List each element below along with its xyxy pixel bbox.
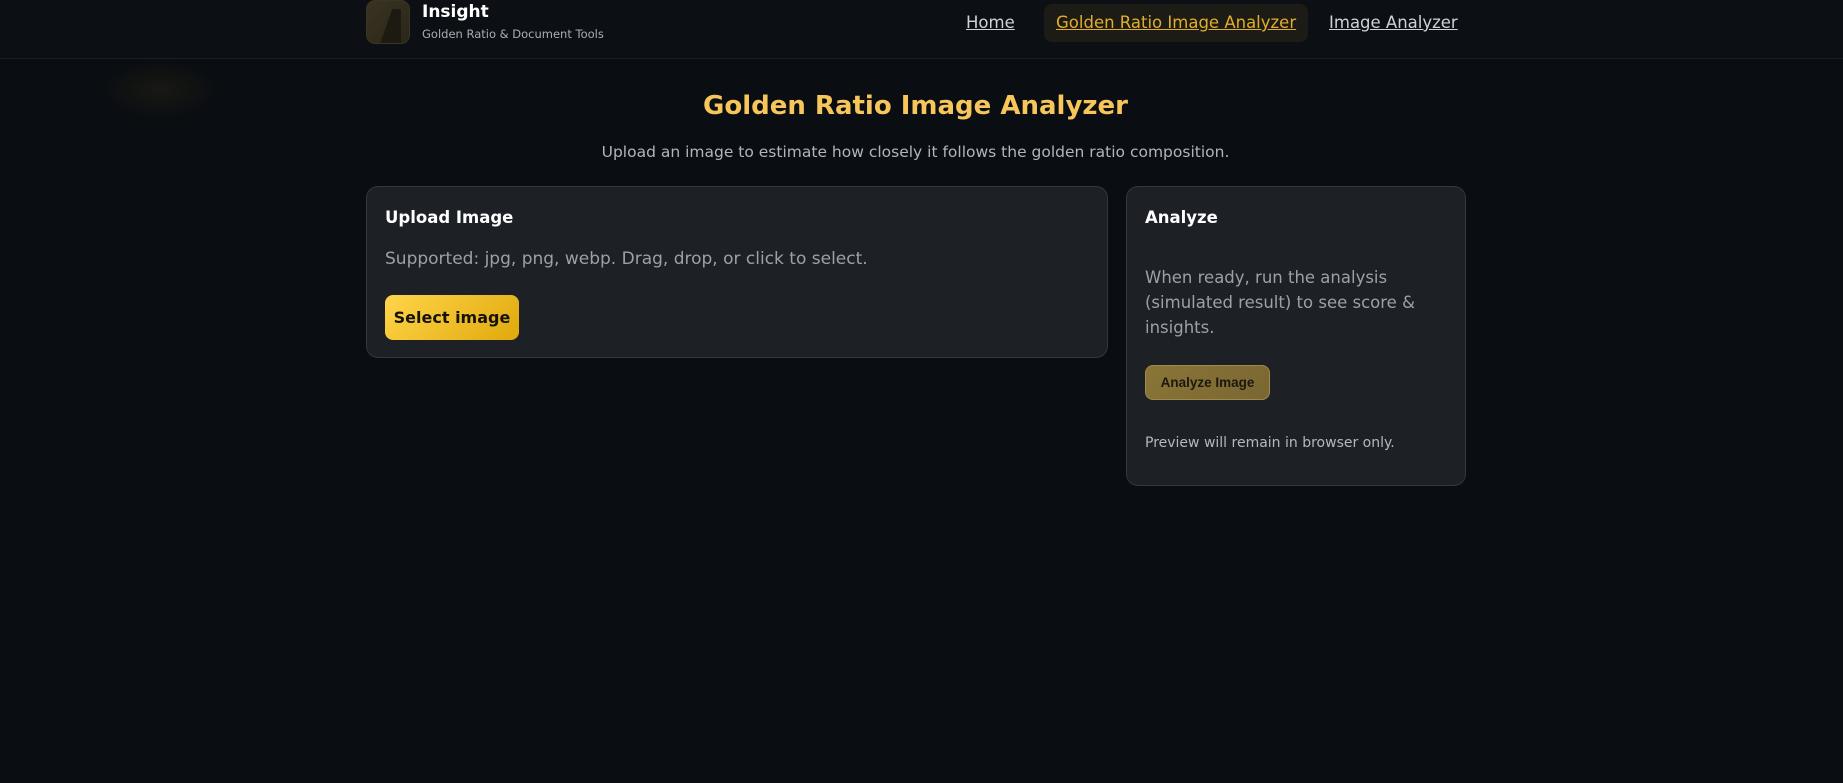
nav-link-home[interactable]: Home: [954, 4, 1027, 42]
main-nav: Home Golden Ratio Image Analyzer Image A…: [0, 4, 1843, 42]
nav-link-golden-ratio-image-analyzer[interactable]: Golden Ratio Image Analyzer: [1044, 4, 1309, 42]
upload-instructions: Supported: jpg, png, webp. Drag, drop, o…: [385, 249, 868, 269]
upload-card[interactable]: Upload Image Supported: jpg, png, webp. …: [366, 186, 1108, 358]
analyze-description: When ready, run the analysis (simulated …: [1145, 268, 1415, 337]
page-title: Golden Ratio Image Analyzer: [703, 91, 1128, 121]
analyze-image-button[interactable]: Analyze Image: [1145, 365, 1270, 400]
preview-note: Preview will remain in browser only.: [1145, 435, 1395, 451]
analyze-card: Analyze When ready, run the analysis (si…: [1126, 186, 1466, 486]
upload-card-title: Upload Image: [385, 208, 514, 227]
select-image-button[interactable]: Select image: [385, 295, 519, 340]
nav-link-image-analyzer[interactable]: Image Analyzer: [1317, 4, 1470, 42]
top-header: Insight Golden Ratio & Document Tools Ho…: [0, 0, 1843, 59]
page-description: Upload an image to estimate how closely …: [601, 143, 1230, 161]
analyze-card-title: Analyze: [1145, 208, 1218, 227]
